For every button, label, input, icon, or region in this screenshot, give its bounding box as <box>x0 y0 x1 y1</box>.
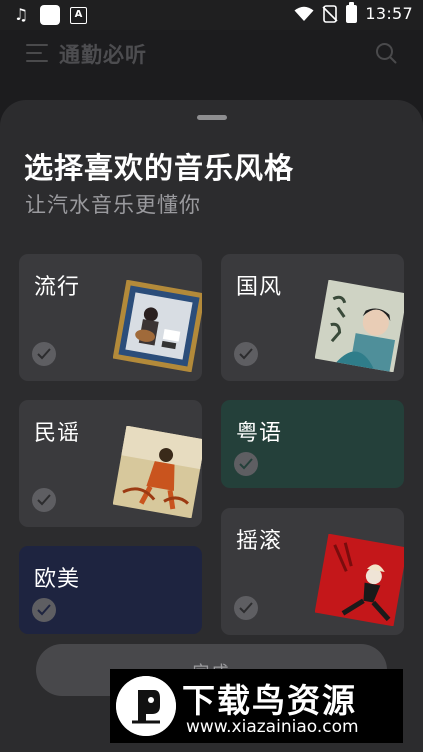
genre-card-minyao[interactable]: 民谣 <box>19 400 202 527</box>
drag-handle[interactable] <box>197 115 227 120</box>
status-time: 13:57 <box>365 4 413 23</box>
app-a-icon: A <box>70 6 87 24</box>
music-note-icon: ♫ <box>13 5 29 24</box>
genre-label: 欧美 <box>34 567 81 592</box>
no-sim-icon <box>322 4 338 23</box>
genre-label: 粤语 <box>236 421 283 446</box>
status-bar: ♫ A 13:57 <box>0 0 423 30</box>
sheet-title: 选择喜欢的音乐风格 <box>24 151 295 185</box>
check-icon <box>32 488 56 512</box>
check-icon <box>32 598 56 622</box>
battery-icon <box>346 1 358 23</box>
top-bar: 通勤必听 <box>0 30 423 90</box>
album-art-image <box>113 426 202 518</box>
sheet-subtitle: 让汽水音乐更懂你 <box>25 193 201 217</box>
watermark-title: 下载鸟资源 <box>182 681 357 720</box>
genre-card-yueyu[interactable]: 粤语 <box>221 400 404 488</box>
wifi-icon <box>294 6 314 21</box>
album-art-image <box>113 280 202 372</box>
album-art-image <box>315 280 404 372</box>
album-art-image <box>315 534 404 626</box>
genre-label: 民谣 <box>34 421 81 446</box>
menu-icon[interactable] <box>26 44 48 64</box>
check-icon <box>32 342 56 366</box>
genre-card-liuxing[interactable]: 流行 <box>19 254 202 381</box>
check-icon <box>234 342 258 366</box>
search-icon[interactable] <box>375 42 397 64</box>
status-bar-right: 13:57 <box>294 1 413 23</box>
page-title: 通勤必听 <box>59 43 147 67</box>
genre-label: 国风 <box>236 275 283 300</box>
check-icon <box>234 596 258 620</box>
genre-label: 流行 <box>34 275 81 300</box>
app-square-icon <box>40 5 60 25</box>
check-icon <box>234 452 258 476</box>
genre-label: 摇滚 <box>236 529 283 554</box>
genre-card-yaogun[interactable]: 摇滚 <box>221 508 404 635</box>
genre-card-guofeng[interactable]: 国风 <box>221 254 404 381</box>
status-bar-left: ♫ A <box>12 5 87 25</box>
watermark: 下载鸟资源 www.xiazainiao.com <box>110 669 403 743</box>
watermark-logo-icon <box>116 676 176 736</box>
genre-card-oumei[interactable]: 欧美 <box>19 546 202 634</box>
watermark-url: www.xiazainiao.com <box>186 717 359 737</box>
